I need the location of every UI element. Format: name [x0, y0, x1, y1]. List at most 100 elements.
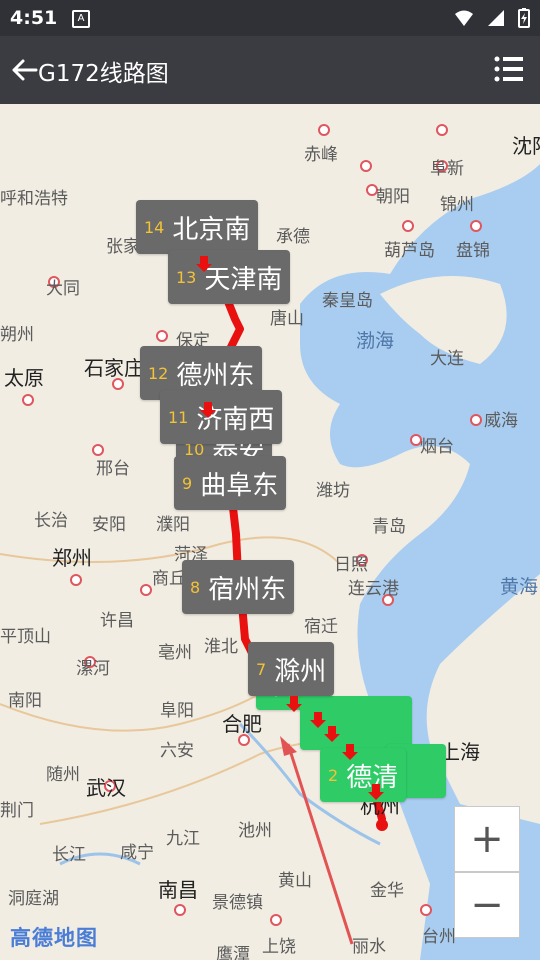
city-label: 盘锦: [456, 241, 490, 261]
city-label: 大连: [430, 349, 464, 369]
station-number: 9: [182, 473, 193, 493]
station-name: 宿州东: [208, 574, 287, 605]
city-label: 唐山: [270, 309, 304, 329]
plus-icon: +: [470, 816, 504, 862]
city-dot: [156, 330, 168, 342]
city-label: 潍坊: [316, 481, 350, 501]
city-label: 南阳: [8, 691, 42, 711]
city-dot: [22, 394, 34, 406]
station-name: 天津南: [204, 264, 283, 295]
city-label: 张家: [106, 237, 140, 257]
back-arrow-icon[interactable]: [6, 52, 42, 88]
city-label: 合肥: [222, 712, 262, 736]
signal-icon: [488, 10, 504, 26]
app-bar: G172线路图: [0, 36, 540, 104]
city-dot: [70, 574, 82, 586]
station-number: 2: [328, 765, 339, 785]
city-label: 上饶: [262, 937, 296, 957]
city-dot: [318, 124, 330, 136]
station-name: 北京南: [172, 214, 251, 245]
city-label: 六安: [160, 741, 194, 761]
city-dot: [420, 904, 432, 916]
city-label: 漯河: [76, 659, 110, 679]
city-label: 武汉: [86, 776, 126, 800]
city-label: 黄山: [278, 871, 312, 891]
station-marker[interactable]: 8 宿州东: [182, 560, 295, 614]
city-dot: [470, 414, 482, 426]
city-label: 淮北: [204, 637, 238, 657]
city-label: 池州: [238, 821, 272, 841]
zoom-in-button[interactable]: +: [454, 806, 520, 872]
list-menu-icon[interactable]: [494, 54, 524, 84]
city-label: 连云港: [348, 579, 399, 599]
city-label: 随州: [46, 765, 80, 785]
city-label: 秦皇岛: [322, 291, 373, 311]
station-name: 德州东: [176, 360, 255, 391]
city-dot: [140, 584, 152, 596]
city-label: 濮阳: [156, 515, 190, 535]
city-label: 太原: [4, 366, 44, 390]
city-label: 日照: [334, 555, 368, 575]
city-label: 亳州: [158, 643, 192, 663]
city-label: 长治: [34, 511, 68, 531]
city-label: 大同: [46, 279, 80, 299]
city-label: 商丘: [152, 569, 186, 589]
city-label: 南昌: [158, 878, 198, 902]
city-label: 台州: [422, 927, 456, 947]
city-label: 九江: [166, 829, 200, 849]
city-label: 金华: [370, 881, 404, 901]
city-dot: [174, 904, 186, 916]
station-marker[interactable]: 14 北京南: [136, 200, 259, 254]
city-label: 安阳: [92, 515, 126, 535]
station-number: 11: [168, 407, 189, 427]
city-label: 景德镇: [212, 893, 263, 913]
station-marker[interactable]: 9 曲阜东: [174, 456, 287, 510]
city-label: 葫芦岛: [384, 241, 435, 261]
city-label: 呼和浩特: [0, 189, 68, 209]
status-icons: [454, 8, 530, 28]
city-label: 荆门: [0, 801, 34, 821]
sea-label: 黄海: [500, 576, 539, 598]
city-label: 上海: [440, 740, 480, 764]
station-marker[interactable]: 2 德清: [320, 748, 407, 802]
city-label: 烟台: [420, 437, 454, 457]
sea-label: 渤海: [356, 330, 395, 352]
city-label: 威海: [484, 411, 518, 431]
city-dot: [470, 220, 482, 232]
minus-icon: −: [470, 882, 504, 928]
status-bar: 4:51 A: [0, 0, 540, 36]
map-view[interactable]: 赤峰 阜新 沈阳 锦州 朝阳 葫芦岛 盘锦 张家 大同 承德 唐山 秦皇岛 保定…: [0, 104, 540, 960]
page-title: G172线路图: [38, 61, 169, 87]
city-dot: [270, 914, 282, 926]
city-label: 石家庄: [84, 356, 144, 380]
city-label: 承德: [276, 227, 310, 247]
city-label: 朝阳: [376, 187, 410, 207]
city-label: 许昌: [100, 611, 134, 631]
city-label: 平顶山: [0, 627, 51, 647]
station-name: 曲阜东: [200, 470, 279, 501]
city-label: 洞庭湖: [8, 889, 59, 909]
station-marker[interactable]: 11 济南西: [160, 390, 283, 444]
city-dot: [402, 220, 414, 232]
station-marker[interactable]: [300, 696, 412, 750]
city-label: 鹰潭: [216, 945, 250, 960]
city-label: 赤峰: [304, 145, 338, 165]
station-number: 8: [190, 577, 201, 597]
battery-icon: [518, 8, 530, 28]
city-dot: [360, 160, 372, 172]
city-label: 阜新: [430, 159, 464, 179]
amap-logo: 高德地图: [10, 926, 98, 950]
city-label: 青岛: [372, 517, 406, 537]
station-number: 14: [144, 217, 165, 237]
city-label: 邢台: [96, 459, 130, 479]
station-number: 13: [176, 267, 197, 287]
station-marker[interactable]: 13 天津南: [168, 250, 291, 304]
city-label: 宿迁: [304, 617, 338, 637]
wifi-icon: [455, 10, 473, 26]
city-label: 沈阳: [512, 134, 540, 158]
city-label: 丽水: [352, 937, 386, 957]
city-dot: [436, 124, 448, 136]
station-marker[interactable]: 7 滁州: [248, 642, 335, 696]
zoom-out-button[interactable]: −: [454, 872, 520, 938]
city-label: 阜阳: [160, 701, 194, 721]
